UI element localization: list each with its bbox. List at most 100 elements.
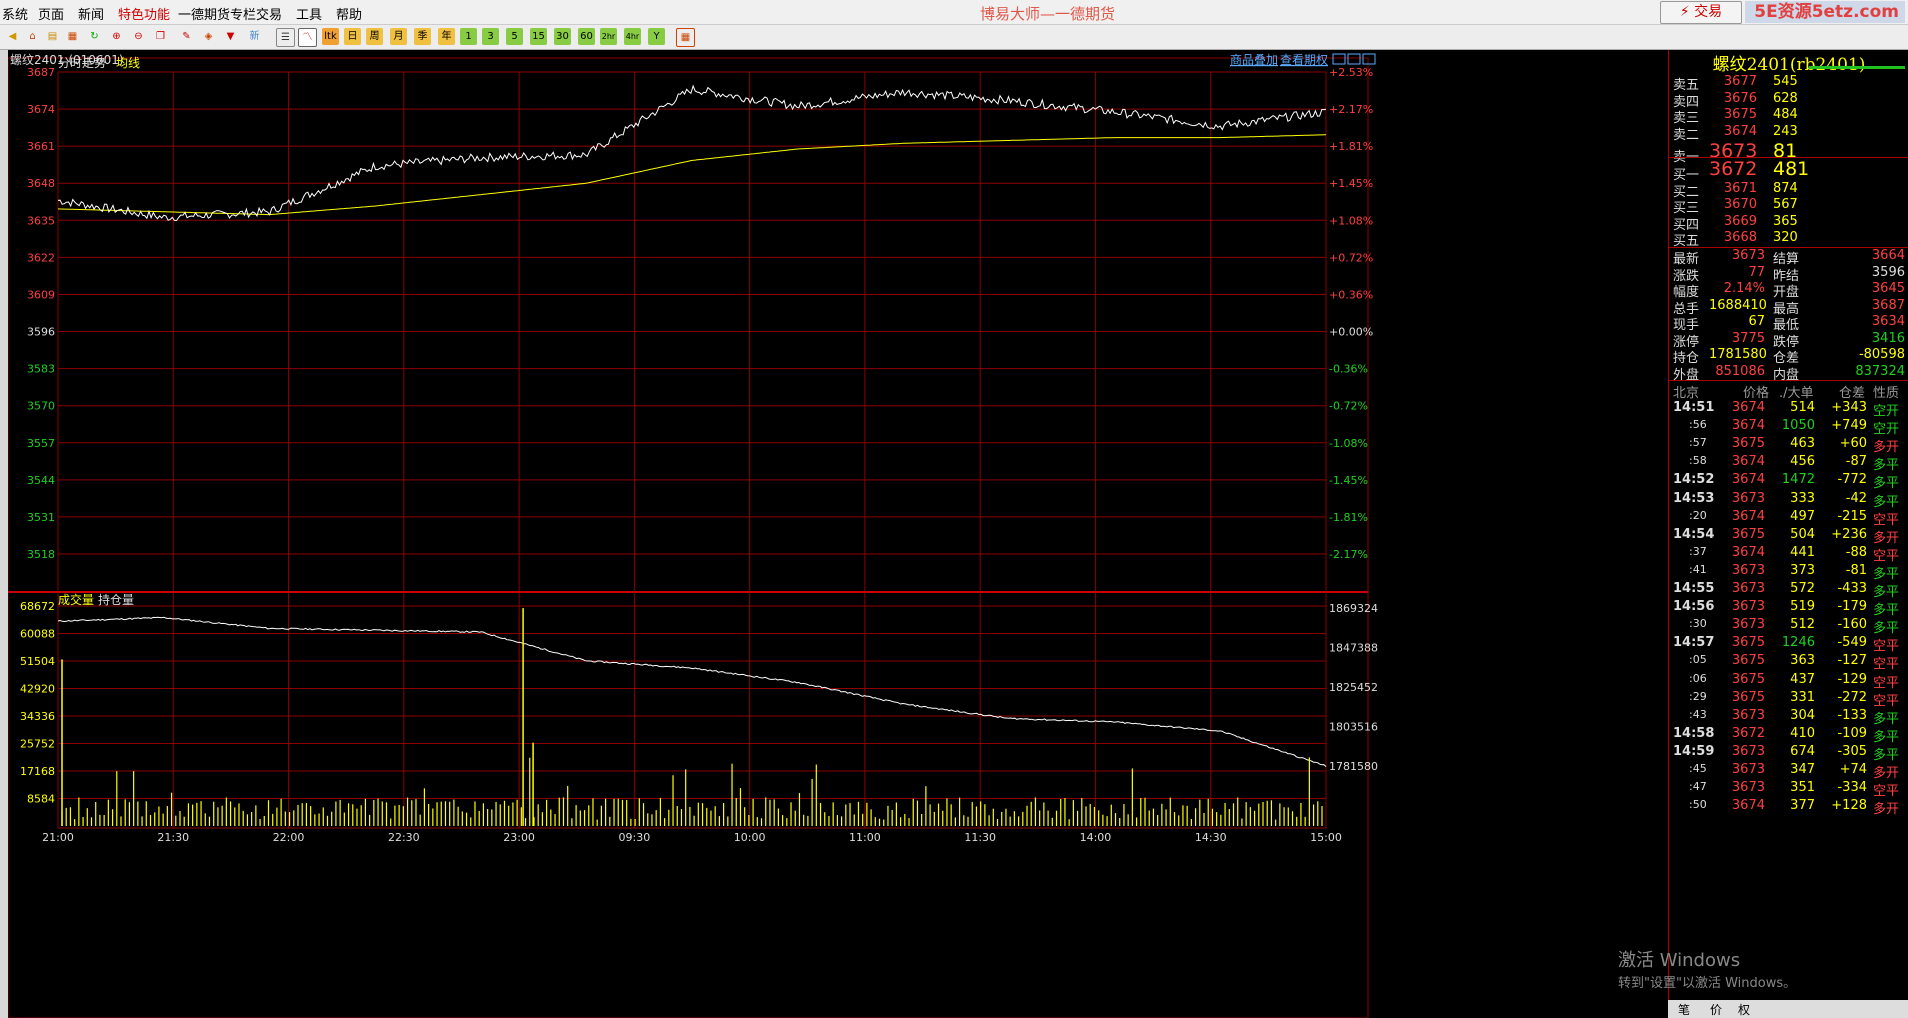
tick-volume: 304 [1790,707,1815,723]
stat-value: 77 [1748,264,1765,280]
tick-nature: 多开 [1873,802,1900,818]
ktk-button[interactable]: ltk [322,28,339,45]
timeshare-chart-icon[interactable]: 〽 [298,28,317,47]
calculator-icon[interactable]: ▦ [676,28,695,47]
period-year[interactable]: 年 [438,28,455,45]
title-underline [1809,66,1905,69]
tick-oi-change: -81 [1845,562,1867,578]
tick-price: 3673 [1731,707,1765,723]
bid-volume: 481 [1773,158,1810,180]
period-1min[interactable]: 1 [460,28,477,45]
period-3min[interactable]: 3 [482,28,499,45]
next-icon[interactable] [1347,53,1361,65]
new-button[interactable]: 新 [246,28,263,45]
menu-yide-column[interactable]: 一德期货专栏 [178,4,256,23]
bid-volume: 567 [1773,197,1798,212]
tick-nature: 多平 [1873,566,1900,582]
pct-tick-label: -1.45% [1329,474,1368,487]
period-60min[interactable]: 60 [578,28,595,45]
legend-volume: 成交量 [58,592,94,607]
tab-price[interactable]: 价 [1710,1001,1722,1018]
period-custom[interactable]: Y [648,28,665,45]
period-4hr[interactable]: 4hr [624,28,641,45]
period-season[interactable]: 季 [414,28,431,45]
menu-features[interactable]: 特色功能 [118,4,170,23]
tick-time: :30 [1689,617,1707,631]
home-icon[interactable]: ⌂ [24,28,41,45]
trade-button[interactable]: ⚡ 交易 [1660,1,1742,24]
menu-trade[interactable]: 交易 [256,4,282,23]
period-5min[interactable]: 5 [506,28,523,45]
tab-rights[interactable]: 权 [1738,1001,1750,1018]
arrow-icon[interactable]: ◀ [4,28,21,45]
time-tick-label: 09:30 [619,831,651,844]
menu-system[interactable]: 系统 [2,4,28,23]
volume-tick-label: 68672 [20,600,55,613]
menu-news[interactable]: 新闻 [78,4,104,23]
stat-value: 3673 [1731,248,1765,263]
price-tick-label: 3648 [27,177,55,190]
average-price-line [57,134,1327,216]
price-tick-label: 3622 [27,251,55,264]
paint-icon[interactable]: ◈ [200,28,217,45]
refresh-icon[interactable]: ↻ [86,28,103,45]
period-day[interactable]: 日 [344,28,361,45]
menu-page[interactable]: 页面 [38,4,64,23]
tick-time: :43 [1689,707,1707,721]
legend-open-interest: 持仓量 [98,592,134,607]
tick-time: :56 [1689,418,1707,432]
tick-nature: 多开 [1873,440,1900,456]
tick-time: :45 [1689,762,1707,775]
ask-volume: 243 [1773,123,1798,139]
time-tick-label: 14:30 [1195,831,1227,844]
report-icon[interactable]: ▦ [64,28,81,45]
filter-icon[interactable]: ▼ [222,28,239,45]
tick-volume: 441 [1790,544,1815,560]
period-30min[interactable]: 30 [554,28,571,45]
maximize-icon[interactable] [1362,53,1376,65]
lightning-icon: ⚡ [1679,4,1690,20]
time-tick-label: 22:30 [388,831,420,844]
bid-price: 3670 [1723,197,1757,212]
pct-tick-label: -2.17% [1329,548,1368,561]
price-tick-label: 3661 [27,140,55,153]
tick-time: 14:57 [1673,635,1715,651]
tick-time: :05 [1689,653,1707,667]
view-options-link[interactable]: 查看期权 [1280,53,1328,67]
menu-help[interactable]: 帮助 [336,4,362,23]
period-15min[interactable]: 15 [530,28,547,45]
zoom-out-icon[interactable]: ⊖ [130,28,147,45]
trade-button-label: 交易 [1694,4,1723,20]
tick-time: 14:59 [1673,743,1715,759]
price-tick-label: 3596 [27,326,55,339]
left-tab-strip[interactable] [0,50,8,1018]
tick-time: :41 [1689,562,1707,576]
price-tick-label: 3531 [27,511,55,524]
zoom-in-icon[interactable]: ⊕ [108,28,125,45]
tab-trades[interactable]: 笔 [1678,1001,1690,1018]
period-2hr[interactable]: 2hr [600,28,617,45]
tick-time: :57 [1689,436,1707,450]
tick-time: 14:58 [1673,725,1715,741]
oi-tick-label: 1803516 [1329,721,1378,734]
ask-price: 3676 [1723,90,1757,106]
tick-header-cell: 北京 [1673,386,1700,401]
legend-timeshare: 分时走势 [58,56,106,70]
chart-window-controls[interactable] [1332,53,1376,65]
price-tick-label: 3583 [27,363,55,376]
commodity-overlay-link[interactable]: 商品叠加 [1230,52,1278,67]
prev-icon[interactable] [1332,53,1346,65]
tick-oi-change: -129 [1837,671,1867,687]
tick-price: 3674 [1731,454,1765,470]
window-icon[interactable]: ❐ [152,28,169,45]
tick-header-cell: 价格 [1743,386,1770,401]
period-month[interactable]: 月 [390,28,407,45]
pencil-icon[interactable]: ✎ [178,28,195,45]
watermark-logo: 5E资源5etz.com [1745,1,1905,23]
folder-icon[interactable]: ▤ [44,28,61,45]
menu-tools[interactable]: 工具 [296,4,322,23]
period-week[interactable]: 周 [366,28,383,45]
tick-price: 3672 [1731,725,1765,741]
stat-value: 837324 [1855,363,1905,379]
table-icon[interactable]: ☰ [276,28,295,47]
